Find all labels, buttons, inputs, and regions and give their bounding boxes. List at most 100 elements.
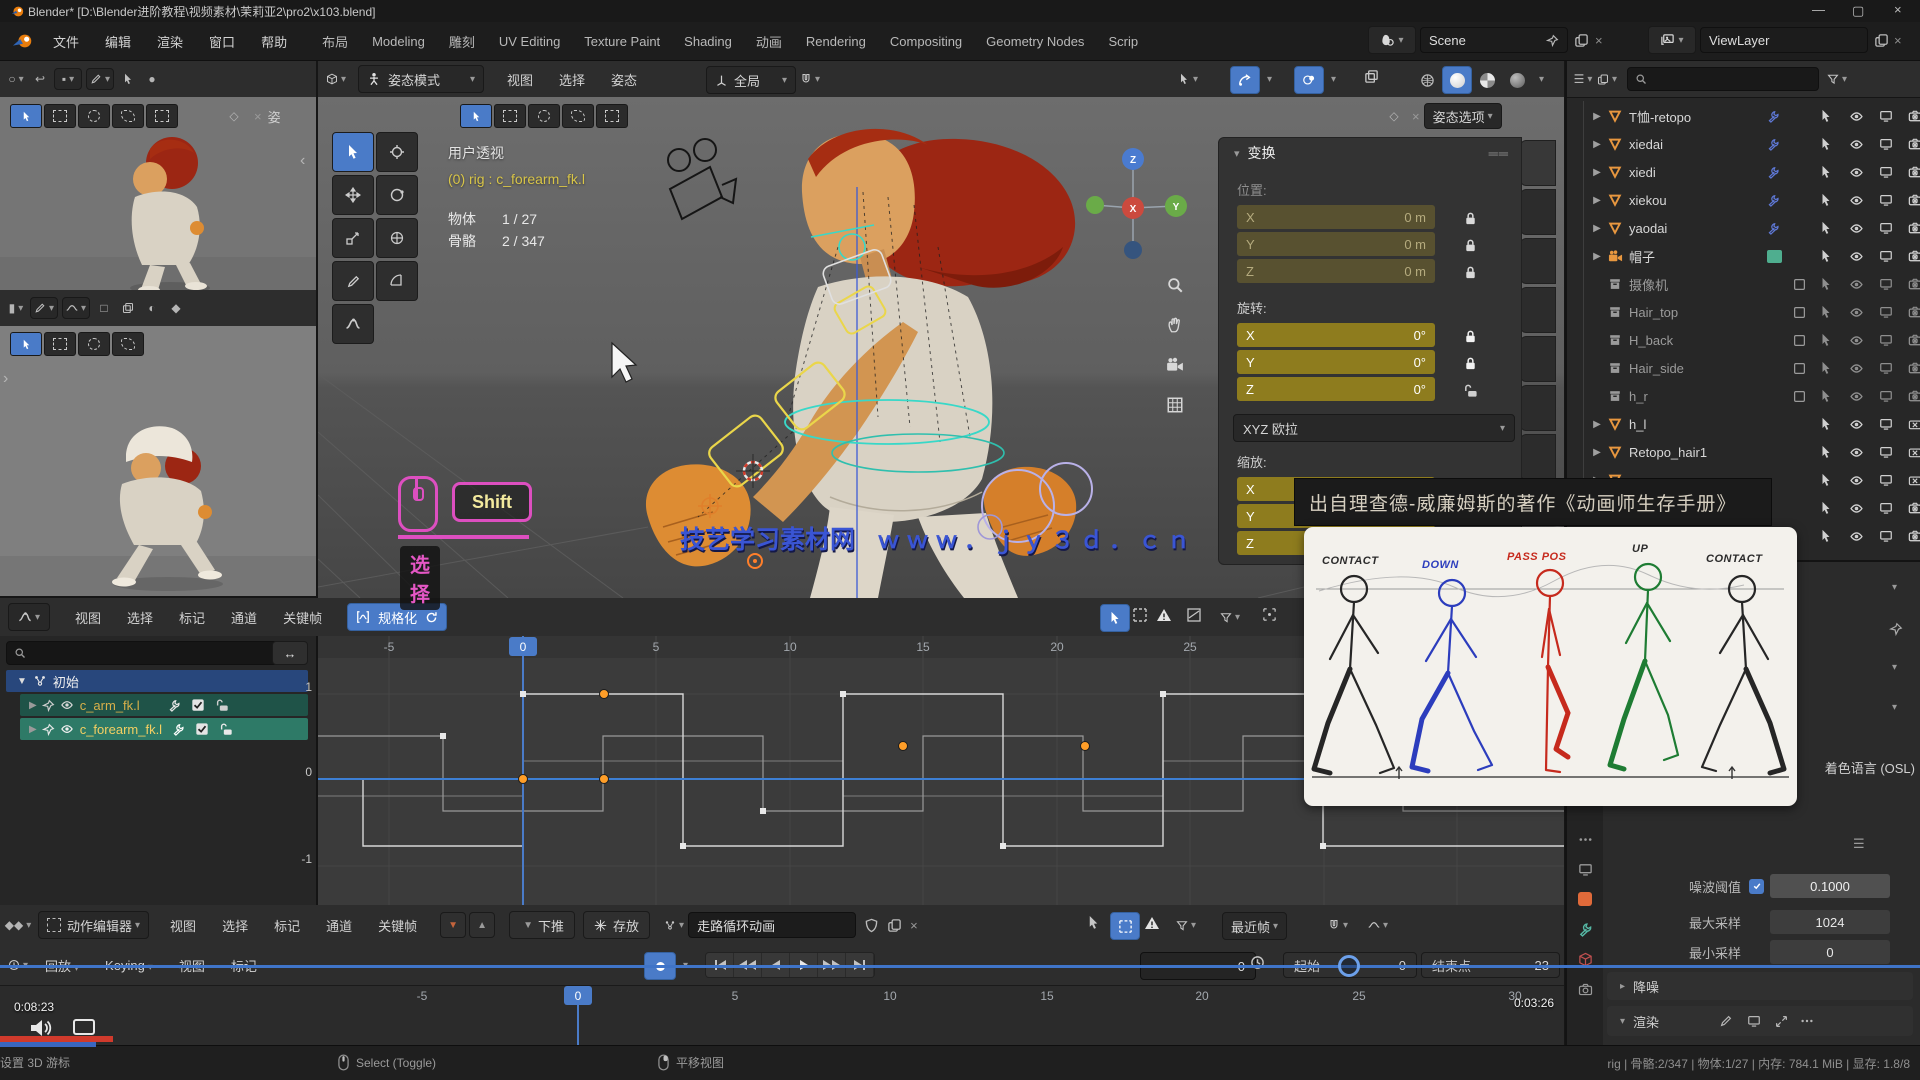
visibility-eye-icon[interactable] — [1849, 109, 1864, 124]
channel-search-input[interactable] — [6, 641, 278, 665]
dope-menu-item[interactable]: 通道 — [313, 916, 365, 935]
collapse-arrow-icon[interactable]: ‹ — [300, 152, 305, 170]
filter-icon[interactable]: ▾ — [1220, 607, 1240, 627]
selectable-icon[interactable] — [1819, 473, 1833, 487]
shading-material-icon[interactable] — [1474, 68, 1500, 92]
collection-checkbox[interactable] — [1793, 278, 1806, 291]
select-visibility-icon[interactable]: ▾ — [1178, 69, 1198, 89]
snap-toggle-icon[interactable] — [1230, 66, 1260, 94]
pin-icon[interactable] — [42, 723, 55, 736]
visibility-eye-icon[interactable] — [60, 698, 74, 712]
dope-menu-item[interactable]: 标记 — [261, 916, 313, 935]
editor-type-icon[interactable]: ○▾ — [6, 69, 26, 89]
graph-menu-item[interactable]: 标记 — [166, 608, 218, 627]
close-icon[interactable]: × — [1412, 109, 1420, 124]
object-name[interactable]: h_r — [1629, 389, 1648, 404]
select-box-button[interactable] — [44, 104, 76, 128]
viewport-hide-icon[interactable] — [1879, 249, 1893, 263]
channel-row-selected[interactable]: ▶ c_forearm_fk.l — [20, 718, 308, 740]
video-progress-handle[interactable] — [1338, 955, 1360, 977]
selectable-icon[interactable] — [1819, 389, 1833, 403]
tool-rotate[interactable] — [376, 175, 418, 215]
object-name[interactable]: T恤-retopo — [1629, 107, 1691, 126]
close-icon[interactable]: × — [1894, 2, 1902, 17]
selectable-icon[interactable] — [1819, 137, 1833, 151]
mode-dropdown[interactable]: 姿态模式 ▾ — [358, 65, 484, 93]
viewport-hide-icon[interactable] — [1879, 473, 1893, 487]
object-name[interactable]: xiedai — [1629, 137, 1663, 152]
new-scene-icon[interactable] — [1574, 33, 1589, 48]
object-name[interactable]: h_l — [1629, 417, 1646, 432]
ghost-curves-icon[interactable] — [1262, 607, 1277, 622]
move-channel-up-button[interactable]: ▲ — [469, 912, 495, 938]
snap-options-chevron[interactable]: ▾ — [1267, 74, 1272, 85]
action-name-field[interactable]: 走路循环动画 — [688, 912, 856, 938]
min-samples-field[interactable]: 0 — [1770, 940, 1890, 964]
expand-arrow-icon[interactable]: › — [3, 370, 8, 388]
expand-icon[interactable]: ▶ — [1589, 419, 1605, 430]
fake-user-shield-icon[interactable] — [864, 918, 879, 933]
expand-icon[interactable]: ▶ — [1589, 447, 1605, 458]
viewport-hide-icon[interactable] — [1879, 361, 1893, 375]
workspace-tab[interactable]: Modeling — [360, 30, 437, 53]
lock-icon[interactable] — [1463, 232, 1478, 259]
scene-name-field[interactable]: Scene — [1420, 27, 1568, 53]
undo-icon[interactable]: ↩ — [30, 69, 50, 89]
channel-group-row[interactable]: ▼ 初始 — [6, 670, 308, 692]
select-box-button[interactable] — [44, 332, 76, 356]
close-icon[interactable]: × — [254, 109, 262, 124]
panel-chevron[interactable]: ▾ — [1892, 662, 1897, 673]
location-field[interactable]: X0 m — [1237, 205, 1435, 229]
visibility-eye-icon[interactable] — [1849, 361, 1864, 376]
outliner-row[interactable]: ▶ Hair_top — [1589, 298, 1920, 326]
viewport-hide-icon[interactable] — [1879, 165, 1893, 179]
transform-orientation-dropdown[interactable]: 全局 ▾ — [706, 66, 796, 94]
graph-current-frame-badge[interactable]: 0 — [509, 637, 537, 656]
sidebar-tab[interactable] — [1520, 385, 1556, 431]
lock-icon[interactable] — [1463, 259, 1478, 286]
channel-enable-checkbox[interactable] — [195, 722, 209, 736]
selectable-icon[interactable] — [1819, 529, 1833, 543]
video-progress-bar[interactable] — [0, 965, 1920, 968]
visibility-eye-icon[interactable] — [1849, 445, 1864, 460]
menu-item[interactable]: 窗口 — [196, 32, 248, 51]
noise-threshold-field[interactable]: 0.1000 — [1770, 874, 1890, 898]
workspace-tab[interactable]: Compositing — [878, 30, 974, 53]
selectable-icon[interactable] — [1819, 109, 1833, 123]
camera-view-icon[interactable] — [1160, 350, 1190, 380]
viewport-hide-icon[interactable] — [1879, 417, 1893, 431]
viewlayer-icon[interactable]: ▾ — [1648, 26, 1696, 54]
snap-magnet-icon[interactable]: ▾ — [800, 69, 820, 89]
editor-type-icon[interactable]: ▾ — [8, 603, 50, 631]
render-disabled-icon[interactable] — [1908, 249, 1920, 263]
more-options-icon[interactable] — [1800, 1014, 1814, 1028]
select-lasso-button[interactable] — [562, 104, 594, 128]
select-extend-button[interactable] — [146, 104, 178, 128]
filter-icon[interactable]: ▾ — [1176, 915, 1196, 935]
outliner-row[interactable]: ▶ h_l — [1589, 410, 1920, 438]
location-field[interactable]: Y0 m — [1237, 232, 1435, 256]
tool-cursor[interactable] — [376, 132, 418, 172]
selectable-icon[interactable] — [1819, 501, 1833, 515]
viewport-hide-icon[interactable] — [1879, 333, 1893, 347]
visibility-eye-icon[interactable] — [1849, 529, 1864, 544]
new-viewlayer-icon[interactable] — [1874, 33, 1889, 48]
tool-move[interactable] — [332, 175, 374, 215]
workspace-tab[interactable]: Texture Paint — [572, 30, 672, 53]
workspace-tab[interactable]: 动画 — [744, 28, 794, 55]
expand-icon[interactable]: ▶ — [1589, 195, 1605, 206]
viewport-hide-icon[interactable] — [1879, 193, 1893, 207]
viewport-hide-icon[interactable] — [1879, 137, 1893, 151]
action-icon[interactable]: ▾ — [664, 915, 684, 935]
gizmo-icon[interactable]: ◇ — [224, 106, 244, 126]
properties-tab-render-icon[interactable] — [1567, 884, 1603, 914]
graph-menu-item[interactable]: 视图 — [62, 608, 114, 627]
properties-tab-icon[interactable] — [1567, 974, 1603, 1004]
render-disabled-icon[interactable] — [1908, 137, 1920, 151]
collection-checkbox[interactable] — [1793, 306, 1806, 319]
selectable-icon[interactable] — [1819, 277, 1833, 291]
outliner-row[interactable]: ▶ Hair_side — [1589, 354, 1920, 382]
select-circle-button[interactable] — [528, 104, 560, 128]
mirror-icon[interactable]: □ — [94, 298, 114, 318]
sidebar-tab[interactable] — [1520, 238, 1556, 284]
